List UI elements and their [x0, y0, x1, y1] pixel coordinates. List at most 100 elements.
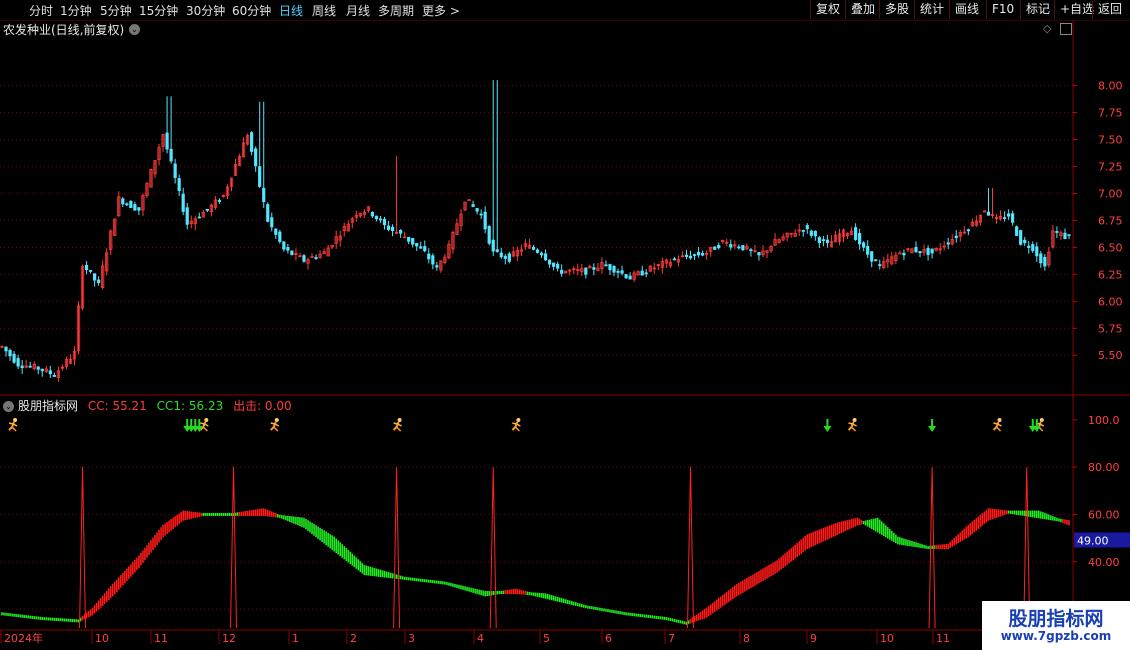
chart-canvas: 8.00 7.75 7.50 7.25 7.00 6.75 6.50 6.25 6.00 5.75… [0, 20, 1130, 645]
candle-body [1063, 232, 1067, 240]
candle-body [692, 254, 697, 256]
price-tick-label: 6.00 [1098, 295, 1123, 308]
candle-body [28, 365, 32, 368]
candle-body [205, 209, 209, 211]
candle-body [419, 246, 423, 249]
candle-body [97, 279, 101, 284]
time-label: 6 [605, 632, 612, 645]
candle-body [713, 246, 717, 250]
candle-body [378, 218, 383, 221]
candle-body [1027, 245, 1031, 249]
candle-body [700, 253, 705, 256]
time-label: 1 [292, 632, 299, 645]
candle-body [169, 148, 173, 162]
runner-head [1039, 418, 1044, 422]
candle-body [592, 267, 596, 270]
axes: 8.00 7.75 7.50 7.25 7.00 6.75 6.50 6.25 6.00 5.75… [0, 20, 1130, 645]
candle-body [258, 166, 262, 187]
down-arrow-icon [928, 419, 937, 432]
candle-body [407, 236, 411, 242]
price-tick-label: 7.75 [1098, 107, 1123, 120]
time-label: 12 [222, 632, 236, 645]
candle-body [684, 254, 689, 257]
candle-body [1039, 253, 1043, 264]
runner-head [204, 418, 209, 422]
current-value-label: 49.00 [1077, 534, 1109, 547]
candle-body [431, 255, 435, 265]
candle-body [1011, 213, 1015, 223]
candle-body [547, 259, 552, 265]
time-label: 9 [810, 632, 817, 645]
candle-body [1015, 226, 1019, 236]
time-label: 8 [743, 632, 750, 645]
candle-body [84, 264, 89, 271]
runner-leg [202, 426, 208, 432]
candle-body [499, 252, 503, 258]
candle-body [254, 148, 258, 167]
candle-body [805, 225, 809, 230]
candle-body [531, 246, 536, 250]
signal-spike [79, 467, 87, 629]
candle-body [423, 246, 427, 252]
candle-body [644, 272, 648, 275]
candle-body [487, 225, 491, 244]
candle-body [878, 264, 882, 266]
candle-body [286, 247, 290, 251]
arrow-head [823, 426, 832, 432]
runner-leg [396, 426, 402, 432]
candle-body [954, 235, 958, 239]
runner-head [274, 418, 279, 422]
candle-body [471, 204, 475, 207]
price-tick-label: 8.00 [1098, 80, 1123, 93]
time-label: 5 [543, 632, 550, 645]
candle-body [688, 255, 693, 259]
time-label: 3 [408, 632, 415, 645]
candle-body [801, 230, 805, 232]
runner-icon [992, 418, 1002, 432]
candle-body [495, 249, 499, 252]
candle-body [435, 265, 439, 268]
time-label: 11 [936, 632, 950, 645]
candle-body [88, 270, 93, 272]
candle-body [1031, 244, 1035, 251]
candle-body [741, 245, 745, 251]
candle-body [507, 253, 511, 262]
candle-body [266, 204, 270, 222]
candle-body [386, 225, 391, 230]
candle-body [966, 229, 970, 232]
candle-body [415, 243, 419, 247]
candle-body [813, 230, 817, 237]
candle-body [36, 366, 40, 370]
candle-body [491, 239, 495, 252]
candle-body [475, 208, 479, 212]
candle-body [262, 187, 266, 203]
signal-spikes [79, 467, 1031, 629]
signal-spike [393, 467, 401, 629]
signal-icons [8, 418, 1045, 432]
candle-body [427, 253, 431, 260]
candle-body [1023, 239, 1027, 244]
candle-body [133, 204, 137, 211]
candle-body [556, 263, 560, 269]
time-label: 11 [154, 632, 168, 645]
candle-body [250, 132, 254, 152]
indicator-tick-label: 60.00 [1088, 508, 1120, 521]
candle-body [612, 266, 616, 273]
candle-body [757, 252, 761, 256]
watermark: 股朋指标网 www.7gpzb.com [982, 601, 1130, 650]
candle-body [302, 255, 306, 262]
price-tick-label: 7.25 [1098, 160, 1123, 173]
runner-leg [995, 426, 1002, 432]
runner-head [13, 418, 18, 422]
candle-body [217, 200, 222, 202]
candle-body [274, 228, 278, 235]
candle-body [946, 242, 950, 245]
candle-body [624, 274, 628, 279]
candle-body [93, 273, 97, 281]
runner-leg [11, 426, 17, 432]
candle-body [137, 207, 141, 211]
candle-body [4, 346, 8, 352]
candle-body [628, 275, 632, 280]
runner-icon [392, 418, 402, 432]
price-tick-label: 6.50 [1098, 241, 1123, 254]
